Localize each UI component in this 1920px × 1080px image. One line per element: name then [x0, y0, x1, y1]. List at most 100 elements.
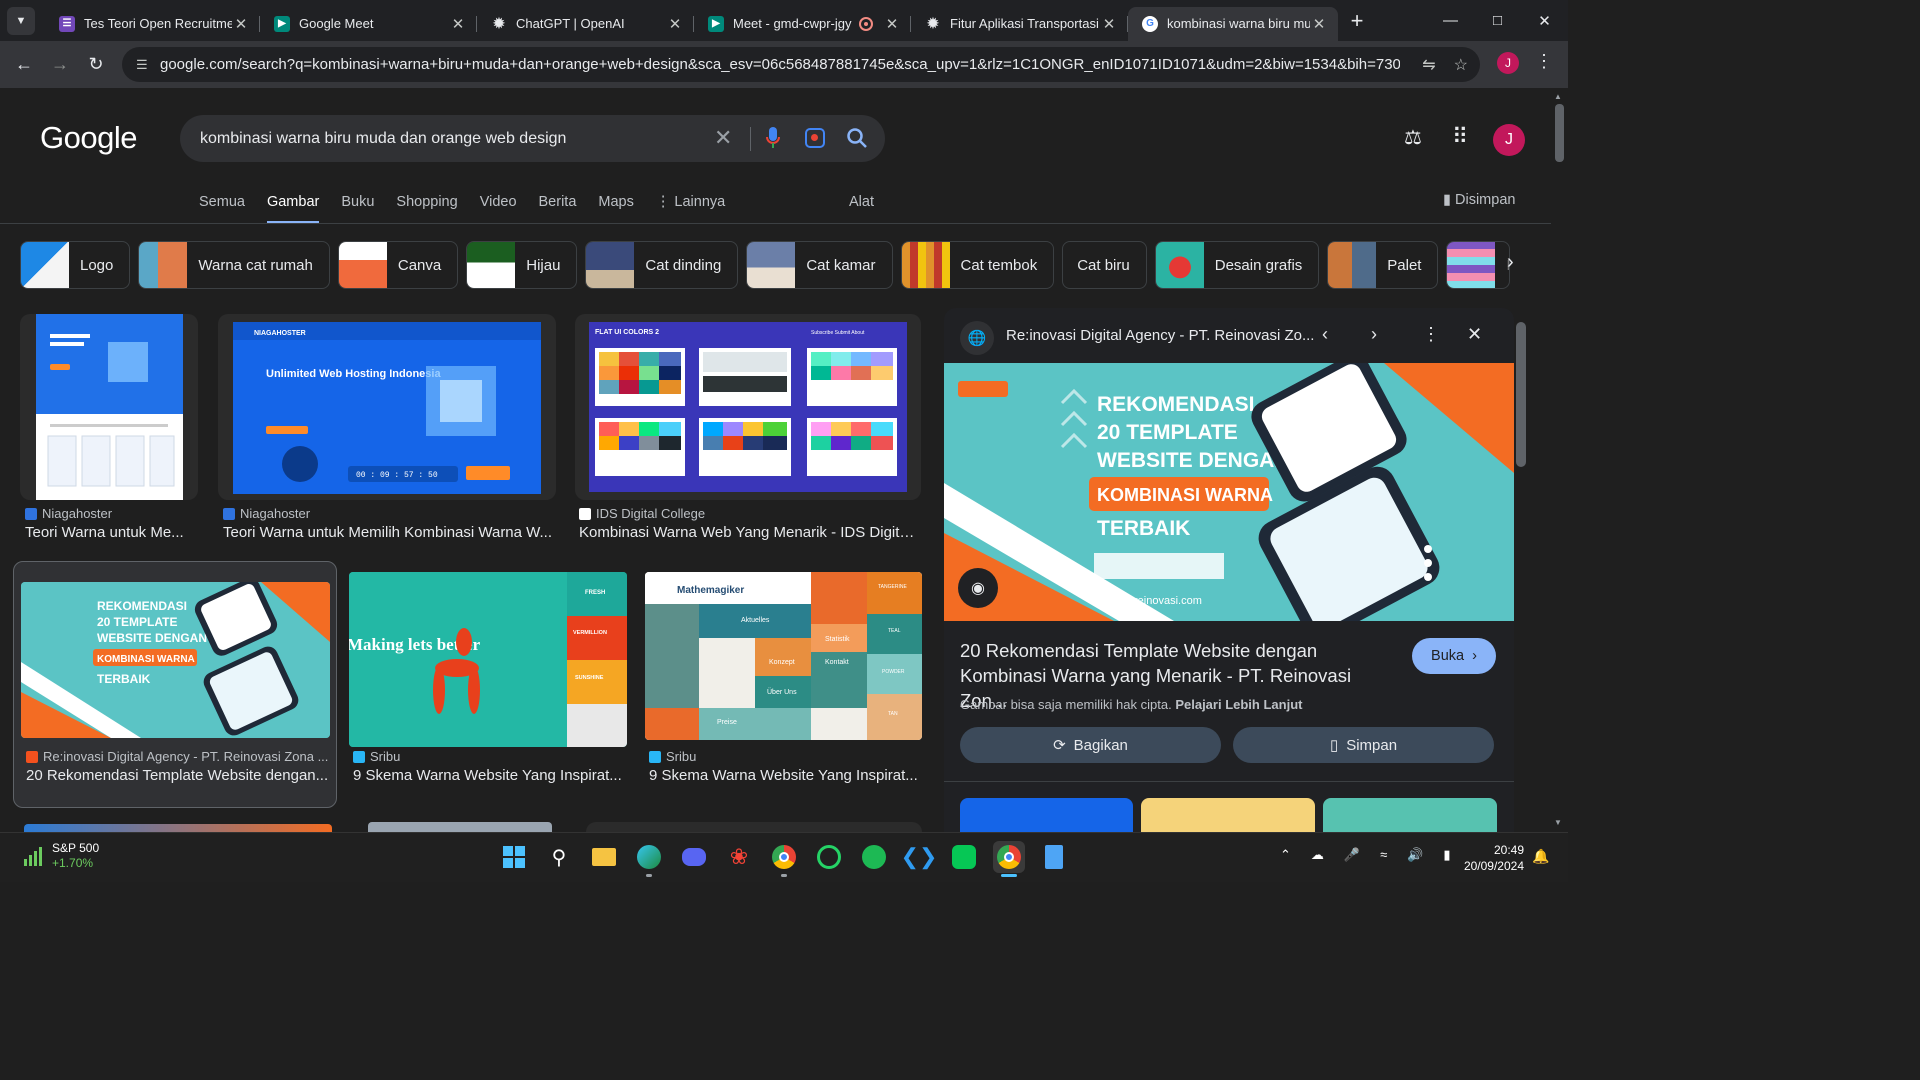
url-text[interactable]: google.com/search?q=kombinasi+warna+biru…: [160, 56, 1400, 73]
vscode-icon[interactable]: ❮❯: [901, 841, 938, 873]
google-lens-icon[interactable]: [805, 128, 825, 148]
learn-more-link[interactable]: Pelajari Lebih Lanjut: [1175, 697, 1302, 712]
chevron-up-icon[interactable]: ⌃: [1280, 847, 1291, 863]
chip-cat-kamar[interactable]: Cat kamar: [746, 241, 893, 289]
previous-icon[interactable]: ‹: [1322, 324, 1328, 345]
chip-warna-cat-rumah[interactable]: Warna cat rumah: [138, 241, 330, 289]
result-title[interactable]: 20 Rekomendasi Template Website dengan..…: [26, 767, 331, 784]
tab-search-button[interactable]: ▼: [7, 6, 35, 35]
chip-cat-tembok[interactable]: Cat tembok: [900, 241, 1055, 289]
chip-logo[interactable]: Logo: [20, 241, 131, 289]
close-icon[interactable]: ✕: [449, 15, 467, 33]
battery-icon[interactable]: ▮: [1443, 847, 1450, 863]
page-scrollbar[interactable]: ▲ ▼: [1551, 88, 1568, 832]
microphone-icon[interactable]: 🎤: [1344, 847, 1360, 863]
chrome-icon[interactable]: [768, 841, 800, 877]
edge-icon[interactable]: [633, 841, 665, 877]
volume-icon[interactable]: 🔊: [1407, 847, 1423, 863]
notification-bell-icon[interactable]: 🔔: [1532, 848, 1549, 865]
tab-gambar[interactable]: Gambar: [266, 194, 320, 224]
tab-buku[interactable]: Buku: [341, 194, 374, 224]
google-logo[interactable]: Google: [40, 120, 137, 156]
result-card-selected[interactable]: REKOMENDASI 20 TEMPLATE WEBSITE DENGAN K…: [13, 561, 337, 808]
result-image-partial[interactable]: [368, 822, 552, 832]
browser-menu-icon[interactable]: ⋮: [1535, 51, 1553, 72]
result-title[interactable]: Kombinasi Warna Web Yang Menarik - IDS D…: [579, 524, 919, 541]
app-icon[interactable]: ❀: [723, 841, 755, 873]
tab-meet-call[interactable]: ▶ Meet - gmd-cwpr-jgy ✕: [694, 7, 911, 41]
search-input[interactable]: kombinasi warna biru muda dan orange web…: [200, 130, 700, 148]
result-card[interactable]: Making lets better FRESH VERMILLION SUNS…: [349, 572, 627, 808]
close-icon[interactable]: ✕: [1100, 15, 1118, 33]
tab-video[interactable]: Video: [480, 194, 517, 224]
result-title[interactable]: 9 Skema Warna Website Yang Inspirat...: [649, 767, 919, 784]
search-box[interactable]: kombinasi warna biru muda dan orange web…: [180, 115, 885, 162]
tab-forms[interactable]: ☰ Tes Teori Open Recruitmen ✕: [45, 7, 260, 41]
microphone-icon[interactable]: [766, 127, 780, 149]
save-button[interactable]: ▯ Simpan: [1233, 727, 1494, 763]
tab-google-search[interactable]: G kombinasi warna biru mud ✕: [1128, 6, 1338, 41]
tools-button[interactable]: Alat: [849, 194, 874, 210]
chip-cat-biru[interactable]: Cat biru: [1062, 241, 1147, 289]
result-image-partial[interactable]: [24, 824, 332, 832]
chip-more[interactable]: K: [1446, 241, 1511, 289]
maximize-icon[interactable]: □: [1474, 0, 1521, 41]
chrome-active-icon[interactable]: [993, 841, 1025, 877]
tab-fitur-aplikasi[interactable]: ✹ Fitur Aplikasi Transportasi ✕: [911, 7, 1128, 41]
result-title[interactable]: Teori Warna untuk Me...: [25, 524, 195, 541]
tab-lainnya[interactable]: ⋮ Lainnya: [656, 194, 725, 224]
tab-shopping[interactable]: Shopping: [396, 194, 457, 224]
tab-chatgpt[interactable]: ✹ ChatGPT | OpenAI ✕: [477, 7, 694, 41]
address-bar[interactable]: ☰ google.com/search?q=kombinasi+warna+bi…: [122, 47, 1480, 82]
next-icon[interactable]: ›: [1371, 324, 1377, 345]
site-info-icon[interactable]: ☰: [136, 57, 160, 73]
related-image-partial[interactable]: [960, 798, 1133, 832]
onedrive-cloud-icon[interactable]: ☁: [1311, 847, 1324, 863]
tab-semua[interactable]: Semua: [199, 194, 245, 224]
scrollbar-thumb[interactable]: [1516, 322, 1526, 467]
saved-button[interactable]: ▮ Disimpan: [1443, 192, 1515, 208]
scrollbar-thumb[interactable]: [1555, 104, 1564, 162]
discord-icon[interactable]: [678, 841, 710, 873]
apps-grid-icon[interactable]: ⠿: [1452, 124, 1468, 150]
close-icon[interactable]: ✕: [232, 15, 250, 33]
chip-desain-grafis[interactable]: Desain grafis: [1154, 241, 1320, 289]
back-icon[interactable]: ←: [6, 47, 42, 83]
open-button[interactable]: Buka ›: [1412, 638, 1496, 674]
system-clock[interactable]: 20:49 20/09/2024: [1458, 842, 1524, 874]
preview-site-name[interactable]: Re:inovasi Digital Agency - PT. Reinovas…: [1006, 327, 1314, 344]
chip-cat-dinding[interactable]: Cat dinding: [585, 241, 739, 289]
lens-search-button[interactable]: ◉: [958, 568, 998, 608]
bookmark-star-icon[interactable]: ☆: [1454, 55, 1468, 75]
result-title[interactable]: Teori Warna untuk Memilih Kombinasi Warn…: [223, 524, 553, 541]
tab-google-meet[interactable]: ▶ Google Meet ✕: [260, 7, 477, 41]
tab-berita[interactable]: Berita: [539, 194, 577, 224]
translate-icon[interactable]: ⇋: [1422, 55, 1435, 75]
related-image-partial[interactable]: [1141, 798, 1315, 832]
new-tab-button[interactable]: +: [1342, 8, 1372, 34]
minimize-icon[interactable]: —: [1427, 0, 1474, 41]
chip-palet[interactable]: Palet: [1327, 241, 1439, 289]
result-image-partial[interactable]: [586, 822, 922, 832]
close-icon[interactable]: ✕: [1467, 324, 1482, 345]
result-card[interactable]: Niagahoster Teori Warna untuk Me...: [20, 314, 198, 548]
close-icon[interactable]: ✕: [666, 15, 684, 33]
notepad-icon[interactable]: [1038, 841, 1070, 873]
scroll-up-icon[interactable]: ▲: [1554, 92, 1562, 101]
chip-hijau[interactable]: Hijau: [466, 241, 578, 289]
profile-avatar[interactable]: J: [1497, 52, 1519, 74]
search-icon[interactable]: [846, 127, 868, 149]
whatsapp-icon[interactable]: [813, 841, 845, 873]
wifi-icon[interactable]: ≈: [1380, 847, 1387, 863]
related-image-partial[interactable]: [1323, 798, 1497, 832]
forward-icon[interactable]: →: [42, 47, 78, 83]
start-button[interactable]: [498, 841, 530, 873]
clear-icon[interactable]: ✕: [714, 125, 732, 151]
chip-canva[interactable]: Canva: [337, 241, 459, 289]
reload-icon[interactable]: ↻: [78, 47, 114, 83]
file-explorer-icon[interactable]: [588, 841, 620, 873]
account-avatar[interactable]: J: [1493, 124, 1525, 156]
tab-maps[interactable]: Maps: [598, 194, 633, 224]
close-window-icon[interactable]: ✕: [1521, 0, 1568, 41]
close-icon[interactable]: ✕: [1310, 15, 1328, 33]
